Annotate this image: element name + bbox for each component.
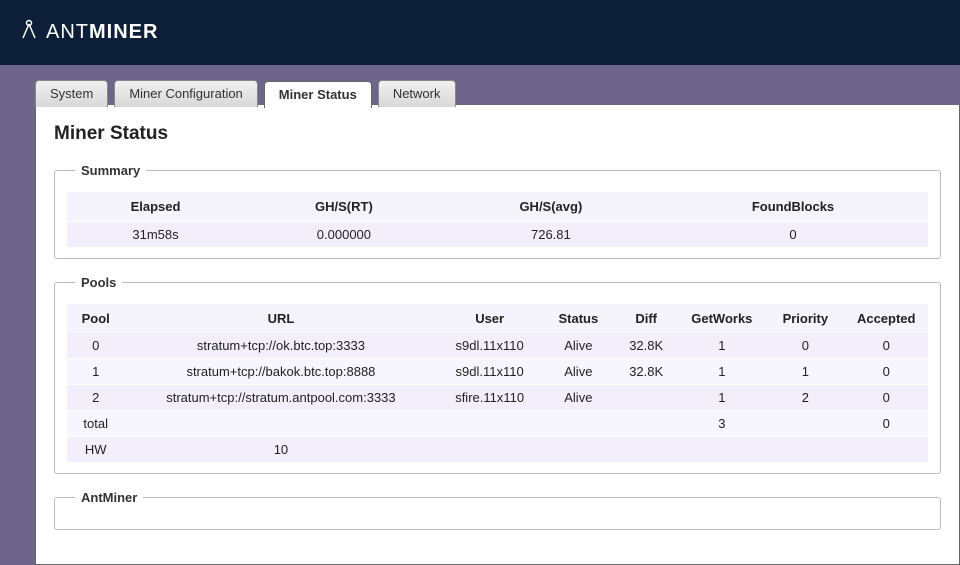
pool-cell: s9dl.11x110	[437, 333, 541, 359]
pool-cell: 0	[844, 359, 928, 385]
brand-logo: ANTMINER	[20, 18, 158, 48]
pool-cell	[615, 385, 678, 411]
table-row: total 3 0	[67, 411, 928, 437]
summary-header-elapsed: Elapsed	[67, 192, 244, 222]
pools-header-priority: Priority	[766, 304, 844, 333]
pool-cell: sfire.11x110	[437, 385, 541, 411]
table-row: HW 10	[67, 437, 928, 463]
pools-table: Pool URL User Status Diff GetWorks Prior…	[67, 304, 928, 463]
summary-cell: 726.81	[444, 222, 658, 248]
pool-cell: HW	[67, 437, 124, 463]
pool-cell: 1	[677, 333, 766, 359]
pool-cell: total	[67, 411, 124, 437]
main-content: Miner Status Summary Elapsed GH/S(RT) GH…	[35, 105, 960, 565]
pool-cell: Alive	[542, 385, 615, 411]
summary-header-foundblocks: FoundBlocks	[658, 192, 928, 222]
pools-header-status: Status	[542, 304, 615, 333]
pools-header-user: User	[437, 304, 541, 333]
pool-cell: 0	[766, 333, 844, 359]
tab-miner-status[interactable]: Miner Status	[264, 81, 372, 108]
pool-cell: 0	[844, 411, 928, 437]
summary-header-ghsrt: GH/S(RT)	[244, 192, 444, 222]
pool-cell: 10	[124, 437, 437, 463]
tab-miner-configuration[interactable]: Miner Configuration	[114, 80, 257, 107]
antenna-icon	[20, 16, 38, 46]
pool-cell: 2	[766, 385, 844, 411]
tab-bar: System Miner Configuration Miner Status …	[0, 65, 960, 105]
summary-cell: 31m58s	[67, 222, 244, 248]
pool-cell	[542, 411, 615, 437]
pool-cell: 0	[67, 333, 124, 359]
pool-cell: stratum+tcp://ok.btc.top:3333	[124, 333, 437, 359]
pool-cell	[542, 437, 615, 463]
pool-cell: 32.8K	[615, 359, 678, 385]
pool-cell: 3	[677, 411, 766, 437]
summary-header-ghsavg: GH/S(avg)	[444, 192, 658, 222]
summary-legend: Summary	[75, 163, 146, 178]
pool-cell	[124, 411, 437, 437]
pool-cell: Alive	[542, 359, 615, 385]
pool-cell	[766, 411, 844, 437]
pools-header-diff: Diff	[615, 304, 678, 333]
pool-cell: stratum+tcp://bakok.btc.top:8888	[124, 359, 437, 385]
pools-header-url: URL	[124, 304, 437, 333]
pool-cell: Alive	[542, 333, 615, 359]
pools-header-pool: Pool	[67, 304, 124, 333]
summary-section: Summary Elapsed GH/S(RT) GH/S(avg) Found…	[54, 163, 941, 259]
pool-cell: 1	[67, 359, 124, 385]
pool-cell: 0	[844, 385, 928, 411]
pool-cell: 32.8K	[615, 333, 678, 359]
pools-legend: Pools	[75, 275, 122, 290]
pool-cell	[615, 411, 678, 437]
table-row: 0 stratum+tcp://ok.btc.top:3333 s9dl.11x…	[67, 333, 928, 359]
page-title: Miner Status	[54, 123, 941, 145]
pool-cell: 0	[844, 333, 928, 359]
pool-cell: 1	[766, 359, 844, 385]
pool-cell: s9dl.11x110	[437, 359, 541, 385]
table-row: 1 stratum+tcp://bakok.btc.top:8888 s9dl.…	[67, 359, 928, 385]
pool-cell	[677, 437, 766, 463]
summary-cell: 0.000000	[244, 222, 444, 248]
pool-cell: 2	[67, 385, 124, 411]
brand-text: ANTMINER	[46, 21, 158, 44]
app-header: ANTMINER	[0, 0, 960, 65]
tab-network[interactable]: Network	[378, 80, 456, 107]
summary-table: Elapsed GH/S(RT) GH/S(avg) FoundBlocks 3…	[67, 192, 928, 248]
table-row: 2 stratum+tcp://stratum.antpool.com:3333…	[67, 385, 928, 411]
pools-header-accepted: Accepted	[844, 304, 928, 333]
pools-section: Pools Pool URL User Status Diff GetWorks…	[54, 275, 941, 474]
pool-cell: 1	[677, 359, 766, 385]
summary-cell: 0	[658, 222, 928, 248]
tab-system[interactable]: System	[35, 80, 108, 107]
pool-cell	[437, 411, 541, 437]
pool-cell	[615, 437, 678, 463]
antminer-legend: AntMiner	[75, 490, 143, 505]
pool-cell	[844, 437, 928, 463]
pool-cell: stratum+tcp://stratum.antpool.com:3333	[124, 385, 437, 411]
pool-cell	[766, 437, 844, 463]
pool-cell: 1	[677, 385, 766, 411]
pools-header-getworks: GetWorks	[677, 304, 766, 333]
pool-cell	[437, 437, 541, 463]
antminer-section: AntMiner	[54, 490, 941, 530]
